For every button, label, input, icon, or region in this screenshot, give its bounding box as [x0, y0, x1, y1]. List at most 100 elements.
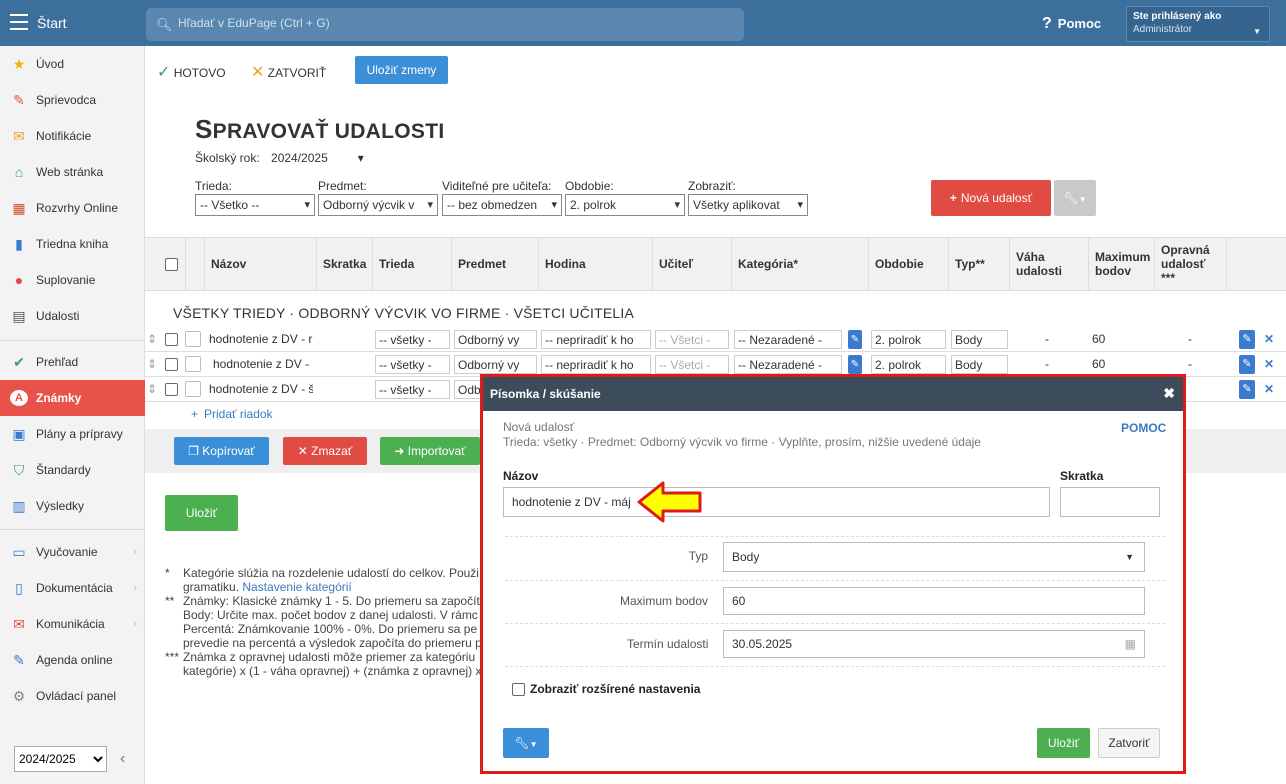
start-link[interactable]: Štart — [37, 15, 67, 31]
new-event-button[interactable]: + Nová udalosť — [931, 180, 1051, 216]
row-name[interactable]: hodnotenie z DV - r — [209, 330, 313, 349]
row-name[interactable]: hodnotenie z DV - — [213, 355, 313, 374]
edit-category-icon[interactable]: ✎ — [848, 355, 862, 374]
row-max[interactable]: 60 — [1092, 330, 1105, 349]
sidebar-item-prehlad[interactable]: ✔ Prehľad — [0, 344, 145, 380]
sidebar-item-standardy[interactable]: ⛉ Štandardy — [0, 452, 145, 488]
row-ucitel[interactable]: -- Všetci - — [655, 330, 729, 349]
save-changes-button[interactable]: Uložiť zmeny — [355, 56, 448, 84]
edit-icon[interactable]: ✎ — [1239, 355, 1255, 374]
row-typ[interactable]: Body — [951, 355, 1008, 374]
collapse-icon[interactable]: ‹ — [120, 750, 125, 768]
row-typ[interactable]: Body — [951, 330, 1008, 349]
header-typ[interactable]: Typ** — [948, 238, 1010, 290]
menu-icon[interactable] — [10, 14, 28, 30]
header-kategoria[interactable]: Kategória* — [731, 238, 869, 290]
header-opravna[interactable]: Opravná udalosť *** — [1154, 238, 1227, 290]
school-year-select[interactable]: 2024/2025 ▾ — [271, 151, 364, 165]
close-icon[interactable]: ✖ — [1163, 385, 1175, 402]
header-predmet[interactable]: Predmet — [451, 238, 539, 290]
edit-icon[interactable]: ✎ — [1239, 380, 1255, 399]
modal-close-button[interactable]: Zatvoriť — [1098, 728, 1160, 758]
row-kategoria[interactable]: -- Nezaradené - — [734, 330, 842, 349]
calendar-icon[interactable]: ▦ — [1125, 631, 1136, 657]
search-input[interactable] — [178, 16, 718, 30]
row-predmet[interactable]: Odborný vy — [454, 355, 537, 374]
header-skratka[interactable]: Skratka — [316, 238, 372, 290]
delete-icon[interactable]: ✕ — [1264, 355, 1274, 374]
row-hodina[interactable]: -- nepriradiť k ho — [541, 330, 651, 349]
tools-button[interactable]: 🔧︎▼ — [1054, 180, 1096, 216]
row-checkbox[interactable] — [165, 358, 178, 371]
header-obdobie[interactable]: Obdobie — [868, 238, 949, 290]
user-menu[interactable]: Ste prihlásený ako Administrátor ▼ — [1126, 6, 1270, 42]
obdobie-select[interactable]: 2. polrok — [565, 194, 685, 216]
drag-handle-icon[interactable]: ⇕ — [147, 330, 157, 349]
zobrazit-select[interactable]: Všetky aplikovat — [688, 194, 808, 216]
sidebar-item-vysledky[interactable]: ▥ Výsledky — [0, 488, 145, 524]
row-hodina[interactable]: -- nepriradiť k ho — [541, 355, 651, 374]
sidebar-item-web[interactable]: ⌂ Web stránka — [0, 154, 145, 190]
header-vaha[interactable]: Váha udalosti — [1009, 238, 1089, 290]
modal-save-button[interactable]: Uložiť — [1037, 728, 1090, 758]
copy-button[interactable]: ❐ Kopírovať — [174, 437, 269, 465]
category-settings-link[interactable]: Nastavenie kategórií — [242, 580, 351, 594]
sidebar-item-notifikacie[interactable]: ✉ Notifikácie — [0, 118, 145, 154]
sidebar-item-vyucovanie[interactable]: ▭ Vyučovanie › — [0, 534, 145, 570]
delete-icon[interactable]: ✕ — [1264, 380, 1274, 399]
advanced-checkbox[interactable] — [512, 683, 525, 696]
row-checkbox[interactable] — [165, 333, 178, 346]
sidebar-item-ovladaci-panel[interactable]: ⚙ Ovládací panel — [0, 678, 145, 714]
row-trieda[interactable]: -- všetky - — [375, 355, 450, 374]
row-max[interactable]: 60 — [1092, 355, 1105, 374]
modal-help-link[interactable]: POMOC — [1121, 421, 1166, 435]
save-button[interactable]: Uložiť — [165, 495, 238, 531]
row-obdobie[interactable]: 2. polrok — [871, 330, 946, 349]
sidebar-item-suplovanie[interactable]: ● Suplovanie — [0, 262, 145, 298]
sidebar-item-plany[interactable]: ▣ Plány a prípravy — [0, 416, 145, 452]
import-button[interactable]: ➜ Importovať — [380, 437, 480, 465]
help-link[interactable]: ? Pomoc — [1042, 15, 1101, 33]
type-select[interactable]: Body ▼ — [723, 542, 1145, 572]
add-row-link[interactable]: + Pridať riadok — [191, 407, 273, 421]
trieda-select[interactable]: -- Všetko -- — [195, 194, 315, 216]
sidebar-item-agenda[interactable]: ✎ Agenda online — [0, 642, 145, 678]
date-input[interactable]: 30.05.2025 ▦ — [723, 630, 1145, 658]
sidebar-item-triedna-kniha[interactable]: ▮ Triedna kniha — [0, 226, 145, 262]
sidebar-item-dokumentacia[interactable]: ▯ Dokumentácia › — [0, 570, 145, 606]
delete-button[interactable]: ✕ Zmazať — [283, 437, 367, 465]
row-trieda[interactable]: -- všetky - — [375, 380, 450, 399]
row-ucitel[interactable]: -- Všetci - — [655, 355, 729, 374]
drag-handle-icon[interactable]: ⇕ — [147, 355, 157, 374]
sidebar-item-udalosti[interactable]: ▤ Udalosti — [0, 298, 145, 334]
row-color-box[interactable] — [185, 356, 201, 372]
done-button[interactable]: ✓ HOTOVO — [157, 62, 226, 82]
max-input[interactable]: 60 — [723, 587, 1145, 615]
row-predmet[interactable]: Odborný vy — [454, 330, 537, 349]
advanced-label[interactable]: Zobraziť rozšírené nastavenia — [530, 682, 700, 696]
row-checkbox[interactable] — [165, 383, 178, 396]
sidebar-item-rozvrhy[interactable]: ▦ Rozvrhy Online — [0, 190, 145, 226]
search-box[interactable]: 🔍︎ — [146, 8, 744, 41]
header-ucitel[interactable]: Učiteľ — [652, 238, 732, 290]
row-trieda[interactable]: -- všetky - — [375, 330, 450, 349]
viditelne-select[interactable]: -- bez obmedzen — [442, 194, 562, 216]
drag-handle-icon[interactable]: ⇕ — [147, 380, 157, 399]
modal-tools-button[interactable]: 🔧︎▼ — [503, 728, 549, 758]
sidebar-item-znamky[interactable]: A Známky — [0, 380, 145, 416]
close-button[interactable]: ✕ ZATVORIŤ — [251, 62, 326, 82]
name-input[interactable]: hodnotenie z DV - máj — [503, 487, 1050, 517]
row-name[interactable]: hodnotenie z DV - š — [209, 380, 313, 399]
abbr-input[interactable] — [1060, 487, 1160, 517]
row-color-box[interactable] — [185, 381, 201, 397]
header-nazov[interactable]: Názov — [204, 238, 316, 290]
row-obdobie[interactable]: 2. polrok — [871, 355, 946, 374]
edit-category-icon[interactable]: ✎ — [848, 330, 862, 349]
sidebar-item-komunikacia[interactable]: ✉ Komunikácia › — [0, 606, 145, 642]
predmet-select[interactable]: Odborný výcvik v — [318, 194, 438, 216]
header-trieda[interactable]: Trieda — [372, 238, 452, 290]
row-color-box[interactable] — [185, 331, 201, 347]
select-all-checkbox[interactable] — [165, 258, 178, 271]
sidebar-item-sprievodca[interactable]: ✎ Sprievodca — [0, 82, 145, 118]
sidebar-item-uvod[interactable]: ★ Úvod — [0, 46, 145, 82]
